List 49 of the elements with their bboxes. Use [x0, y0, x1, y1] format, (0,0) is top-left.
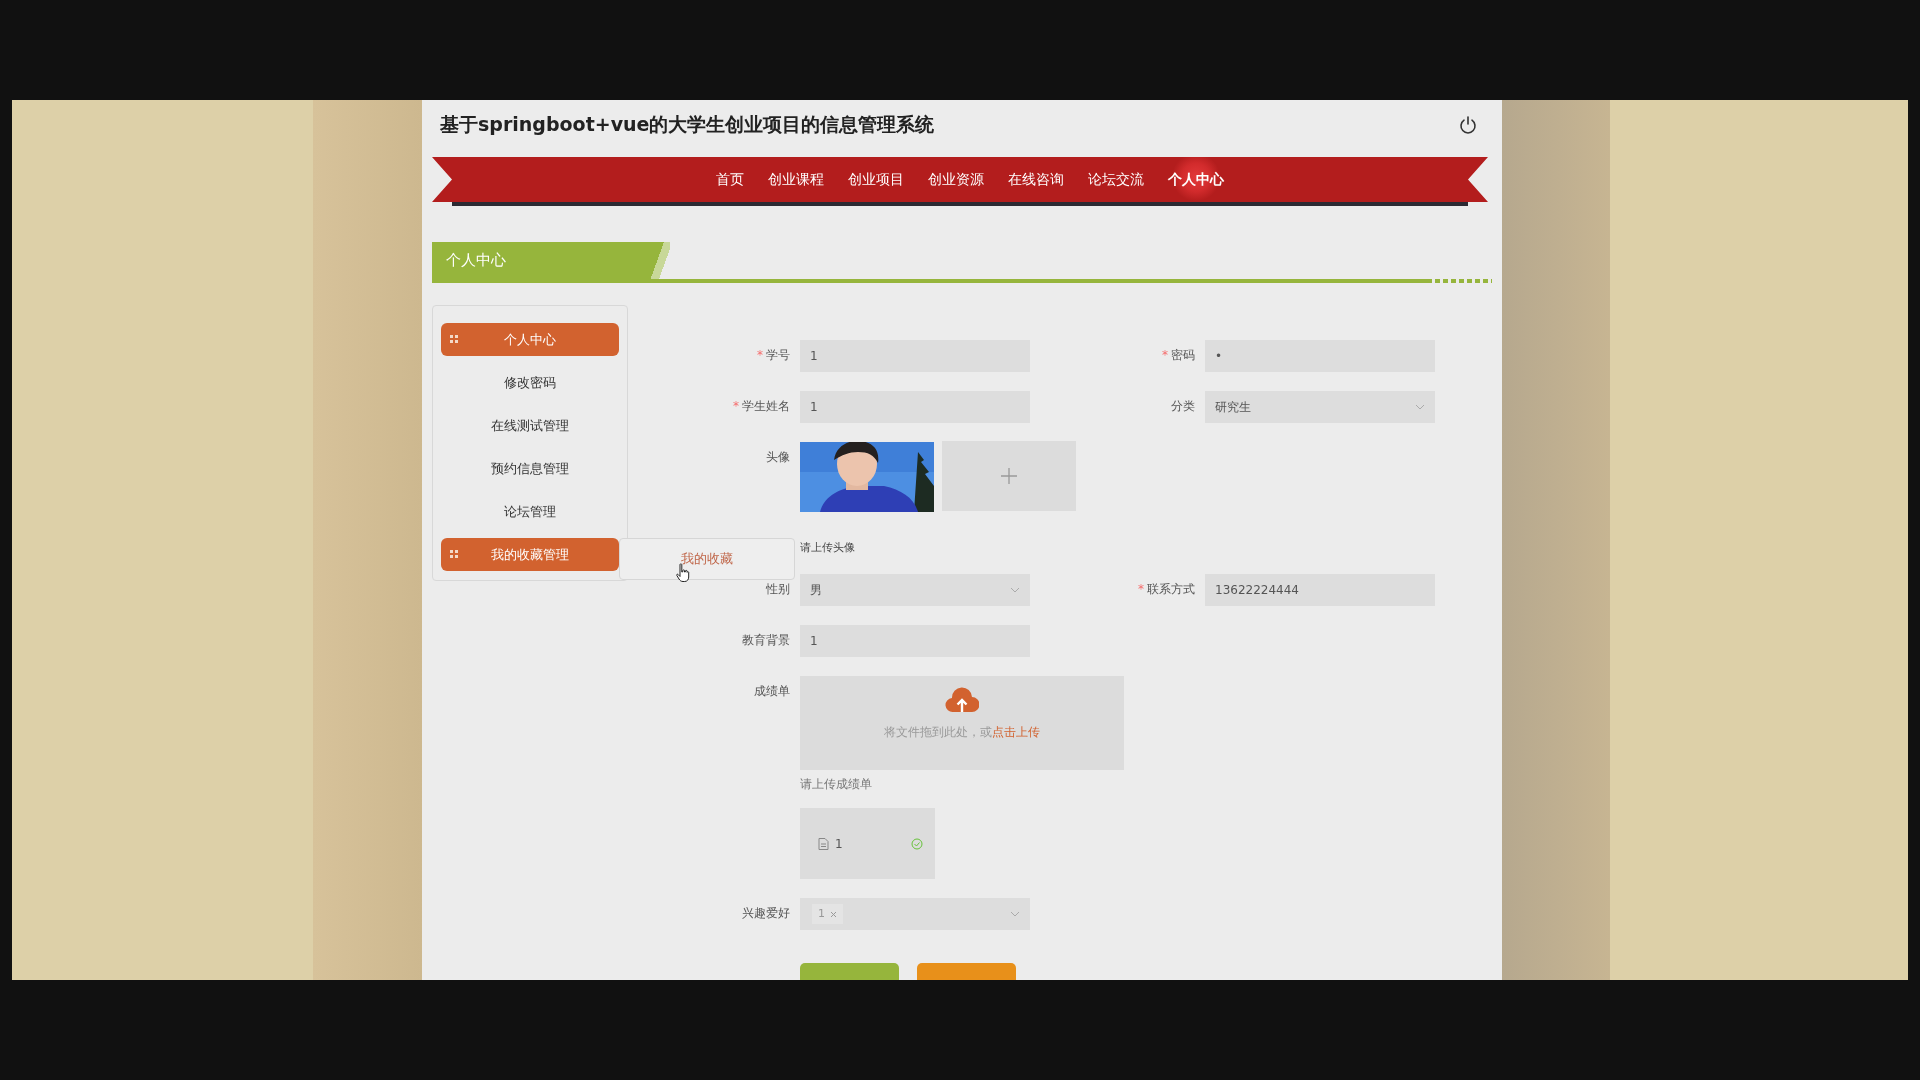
grid-icon [450, 335, 458, 343]
sidebar-item[interactable]: 我的收藏管理 [441, 538, 619, 571]
input-field[interactable]: 13622224444 [1205, 574, 1435, 606]
document-icon [818, 837, 829, 850]
file-name: 1 [835, 836, 844, 851]
field-label: 兴趣爱好 [741, 905, 790, 922]
power-icon[interactable] [1458, 115, 1478, 135]
chevron-down-icon [1415, 404, 1425, 410]
chevron-down-icon [1010, 587, 1020, 593]
nav-link[interactable]: 论坛交流 [1076, 157, 1156, 202]
chevron-down-icon [1010, 911, 1020, 917]
nav-link[interactable]: 创业课程 [756, 157, 836, 202]
nav-link[interactable]: 创业资源 [916, 157, 996, 202]
upload-prompt: 将文件拖到此处，或点击上传 [884, 724, 1040, 741]
field-label: 教育背景 [741, 632, 790, 649]
submenu-item[interactable]: 我的收藏 [681, 550, 733, 568]
field-label: 头像 [765, 449, 790, 466]
input-field[interactable]: 1 [800, 340, 1030, 372]
hint-text: 请上传成绩单 [800, 776, 872, 793]
field-label: * 学生姓名 [732, 398, 790, 415]
input-field[interactable]: 1 [800, 625, 1030, 657]
sidebar-item[interactable]: 预约信息管理 [441, 452, 619, 485]
nav-link[interactable]: 首页 [704, 157, 756, 202]
select-field[interactable]: 研究生 [1205, 391, 1435, 423]
cloud-upload-icon [945, 686, 979, 714]
sidebar-item[interactable]: 论坛管理 [441, 495, 619, 528]
hint-text: 请上传头像 [800, 540, 855, 555]
section-title: 个人中心 [432, 242, 670, 279]
hand-cursor-icon [676, 563, 690, 583]
sidebar-item[interactable]: 修改密码 [441, 366, 619, 399]
upload-button[interactable] [942, 441, 1076, 511]
input-field[interactable]: • [1205, 340, 1435, 372]
plus-icon [1000, 467, 1018, 485]
field-label: * 密码 [1161, 347, 1195, 364]
nav-link[interactable]: 在线咨询 [996, 157, 1076, 202]
tag: 1 [812, 904, 843, 924]
field-label: 分类 [1170, 398, 1195, 415]
field-label: * 学号 [756, 347, 790, 364]
sidebar-item[interactable]: 在线测试管理 [441, 409, 619, 442]
nav-link[interactable]: 创业项目 [836, 157, 916, 202]
input-field[interactable]: 1 [800, 391, 1030, 423]
sidebar-item[interactable]: 个人中心 [441, 323, 619, 356]
field-label: 性别 [765, 581, 790, 598]
grid-icon [450, 550, 458, 558]
close-icon[interactable] [830, 910, 837, 918]
site-title: 基于springboot+vue的大学生创业项目的信息管理系统 [440, 112, 935, 137]
field-label: * 联系方式 [1137, 581, 1195, 598]
select-field[interactable]: 男 [800, 574, 1030, 606]
field-label: 成绩单 [753, 683, 790, 700]
